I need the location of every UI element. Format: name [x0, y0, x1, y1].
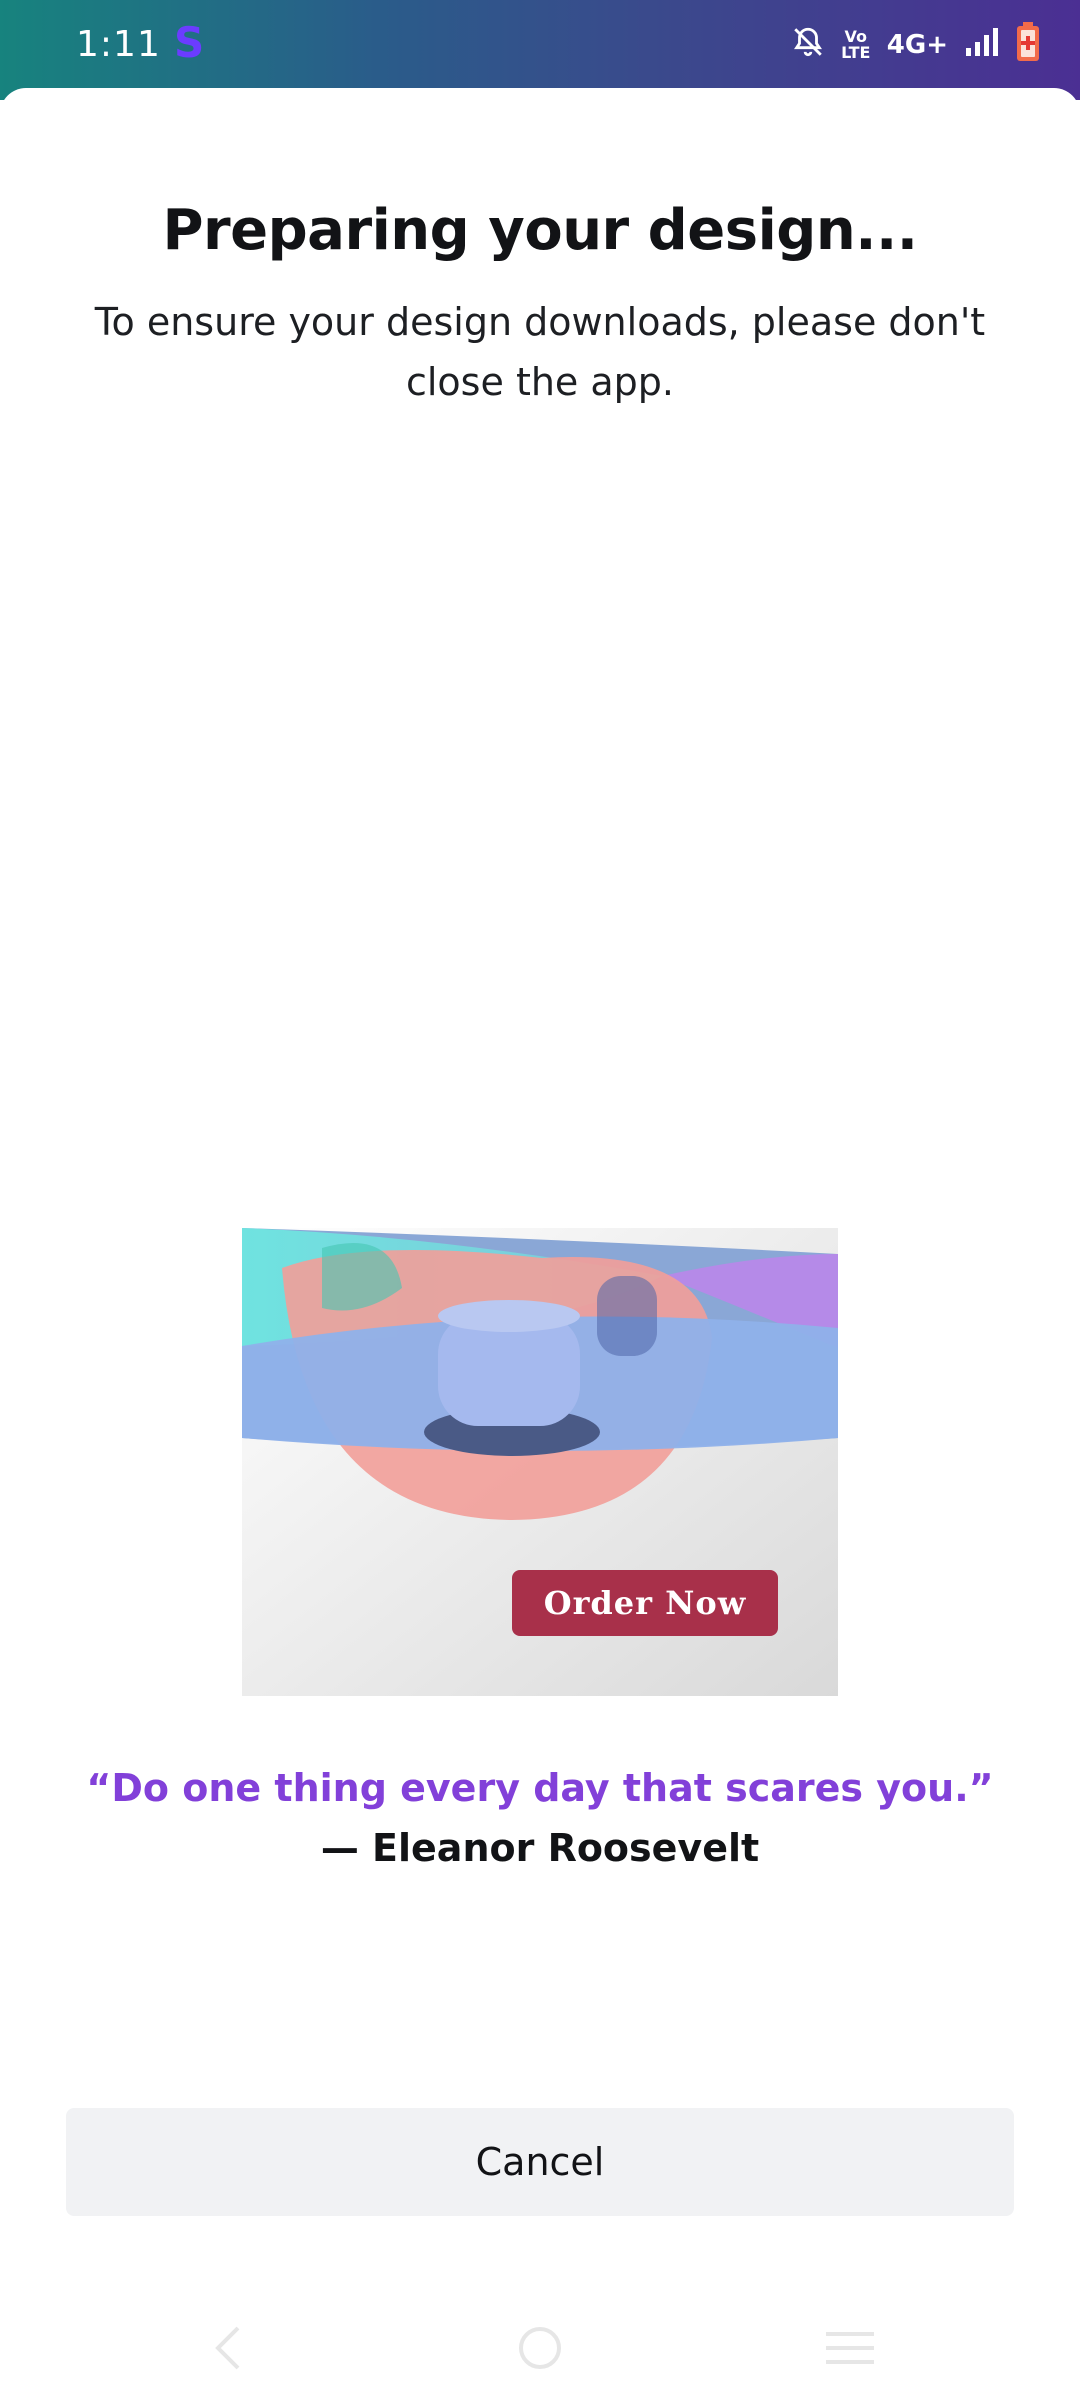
back-button[interactable] — [188, 2318, 268, 2382]
volte-label: Vo LTE — [841, 26, 871, 62]
signal-icon — [964, 26, 1000, 63]
network-type: 4G+ — [886, 29, 948, 60]
page-subtitle: To ensure your design downloads, please … — [94, 300, 986, 404]
quote-author: — Eleanor Roosevelt — [320, 1826, 760, 1870]
home-button[interactable] — [500, 2318, 580, 2382]
status-bar: 1:11 S Vo LTE 4G+ — [0, 0, 1080, 100]
battery-charging-icon — [1016, 22, 1040, 67]
home-icon — [515, 2323, 565, 2378]
recents-button[interactable] — [810, 2318, 890, 2382]
back-icon — [208, 2323, 248, 2378]
status-time: 1:11 — [76, 24, 161, 65]
status-icons: Vo LTE 4G+ — [791, 22, 1040, 67]
app-notification-icon: S — [174, 18, 205, 67]
volte-icon: Vo LTE — [841, 26, 871, 62]
cancel-button[interactable]: Cancel — [66, 2108, 1014, 2216]
page-title: Preparing your design... — [162, 198, 918, 263]
system-nav-bar — [0, 2300, 1080, 2400]
order-now-button: Order Now — [512, 1570, 778, 1636]
mute-bell-icon — [791, 25, 825, 64]
recents-icon — [824, 2328, 876, 2373]
design-preview: Order Now — [242, 1228, 838, 1696]
quote-text: “Do one thing every day that scares you.… — [86, 1766, 994, 1810]
